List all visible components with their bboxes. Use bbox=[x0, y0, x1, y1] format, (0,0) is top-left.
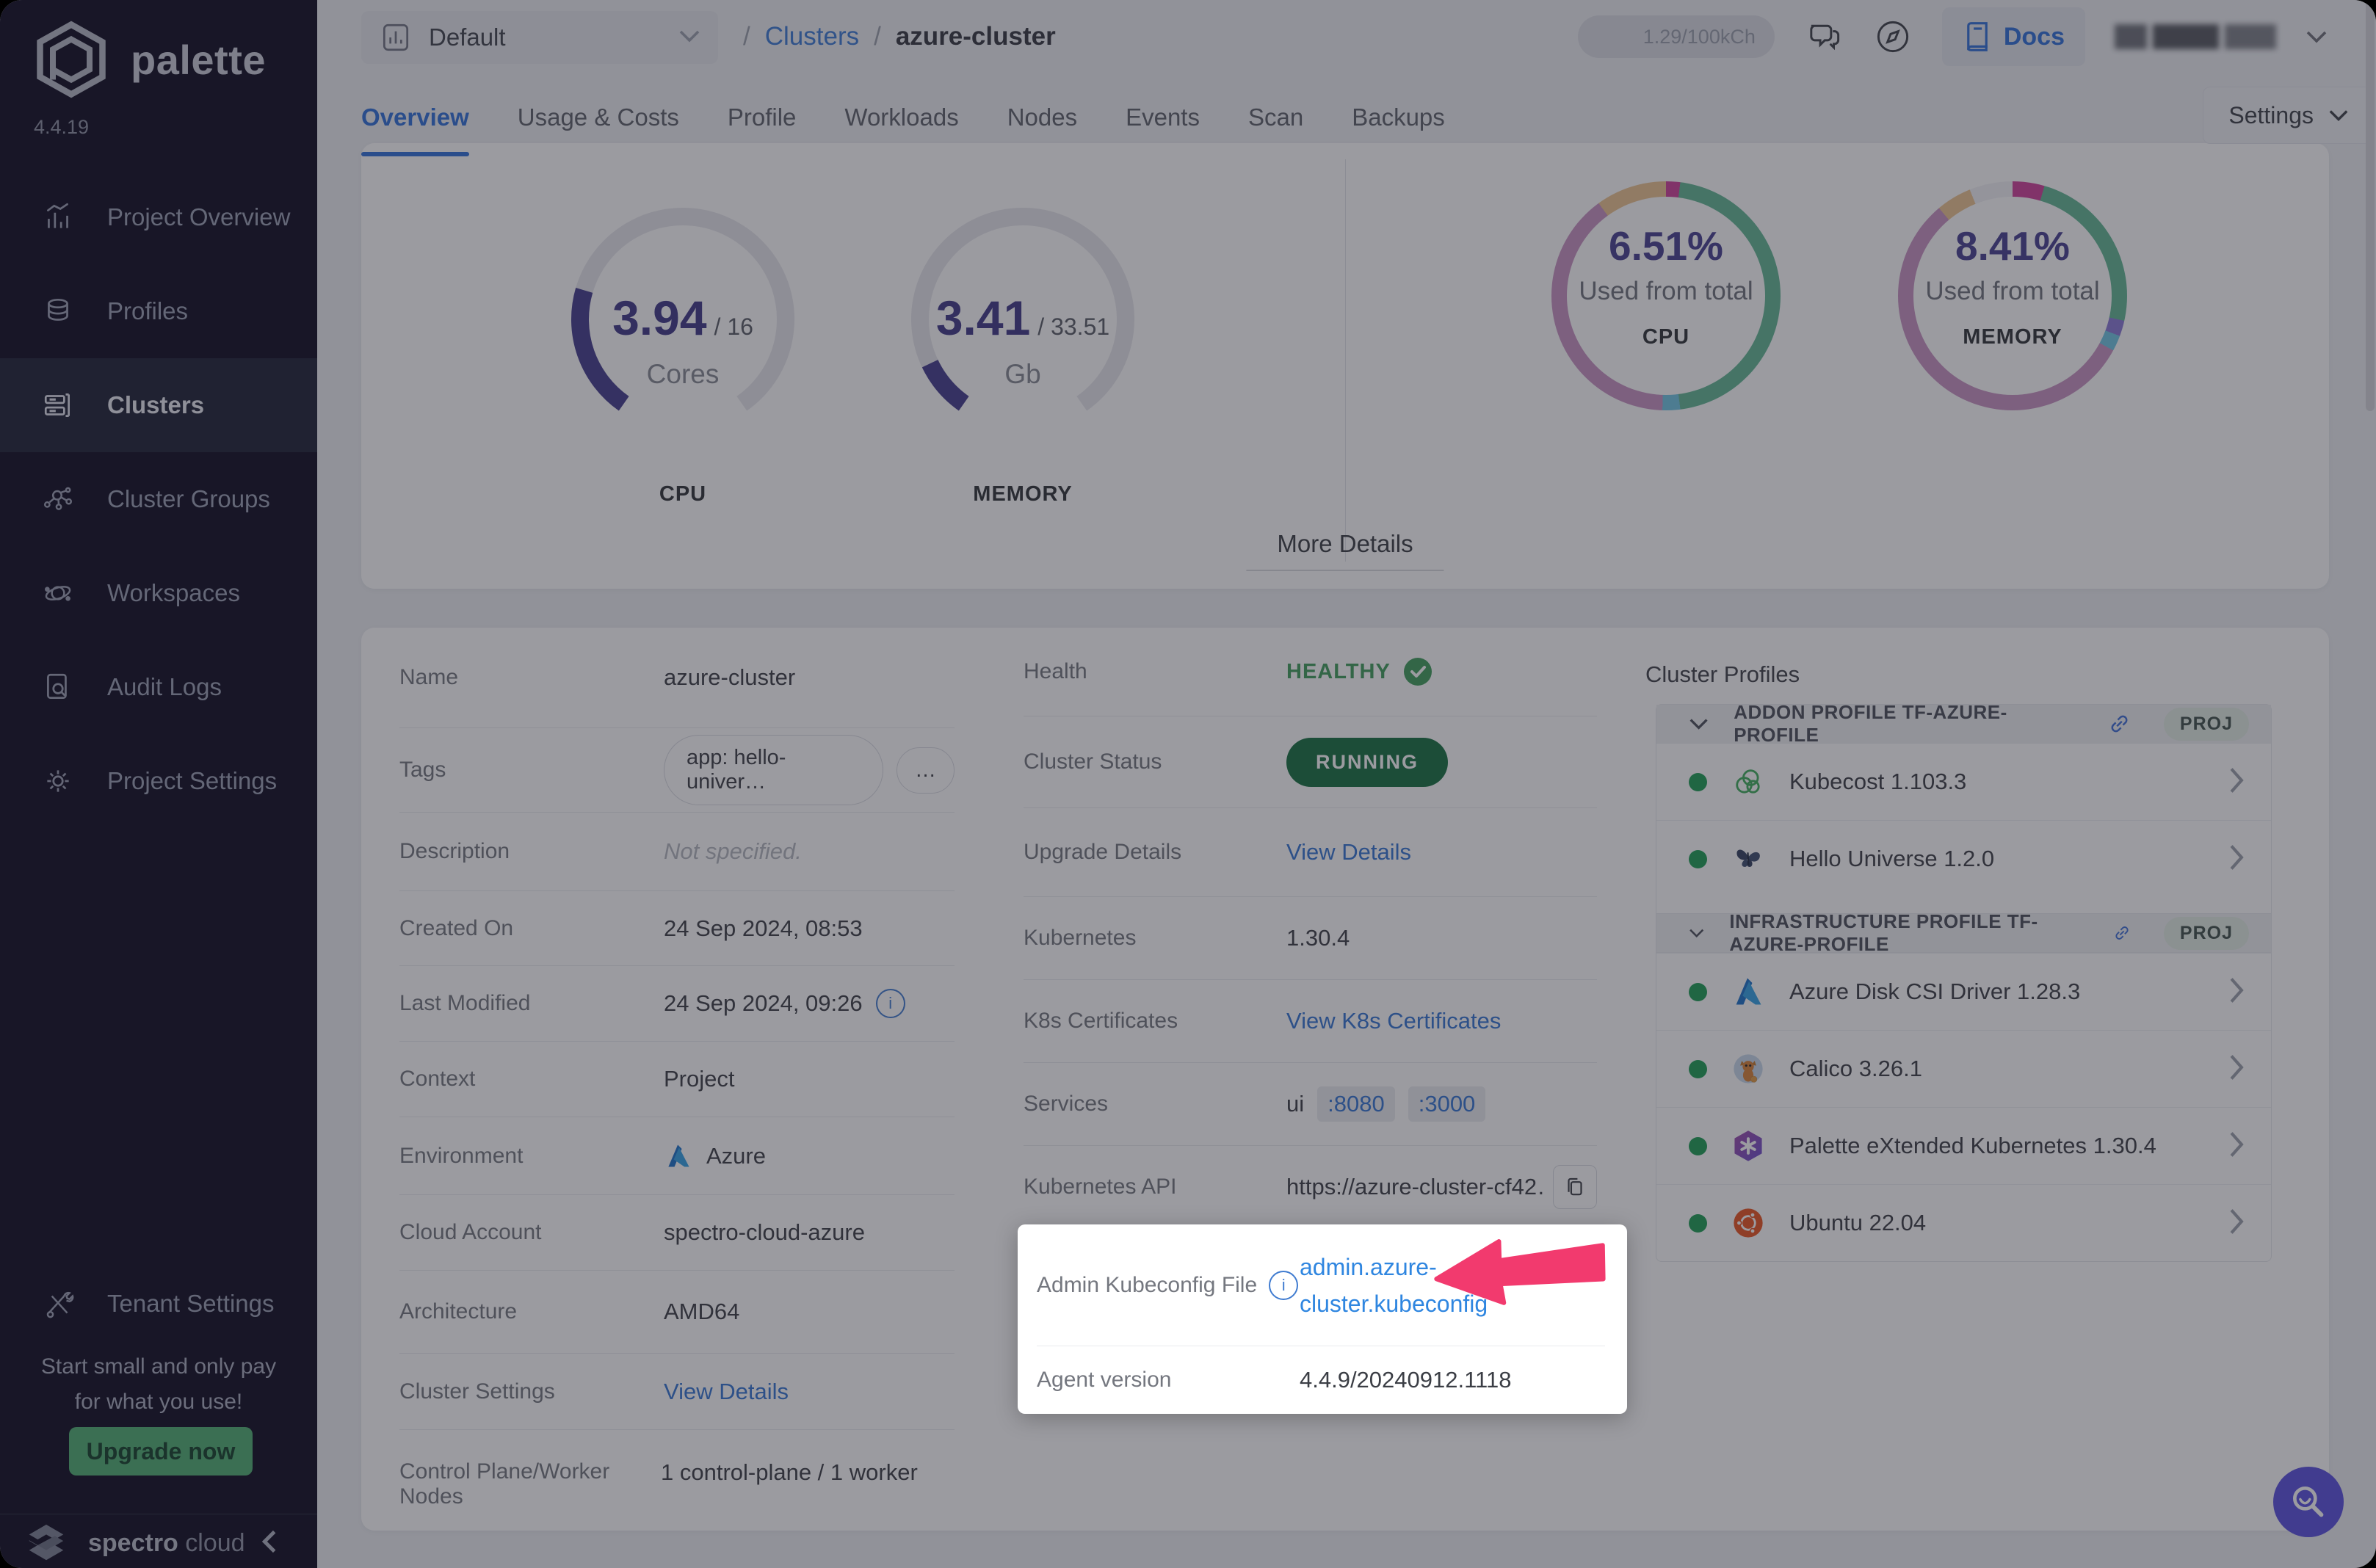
detail-row-agent-version: Agent version 4.4.9/20240912.1118 bbox=[1037, 1346, 1605, 1414]
agent-version-value: 4.4.9/20240912.1118 bbox=[1300, 1367, 1512, 1393]
info-icon[interactable]: i bbox=[1269, 1270, 1299, 1300]
admin-kubeconfig-label: Admin Kubeconfig File bbox=[1037, 1272, 1258, 1297]
agent-version-label: Agent version bbox=[1037, 1368, 1172, 1392]
window-frame: palette 4.4.19 Project Overview Profiles… bbox=[0, 0, 2376, 1568]
